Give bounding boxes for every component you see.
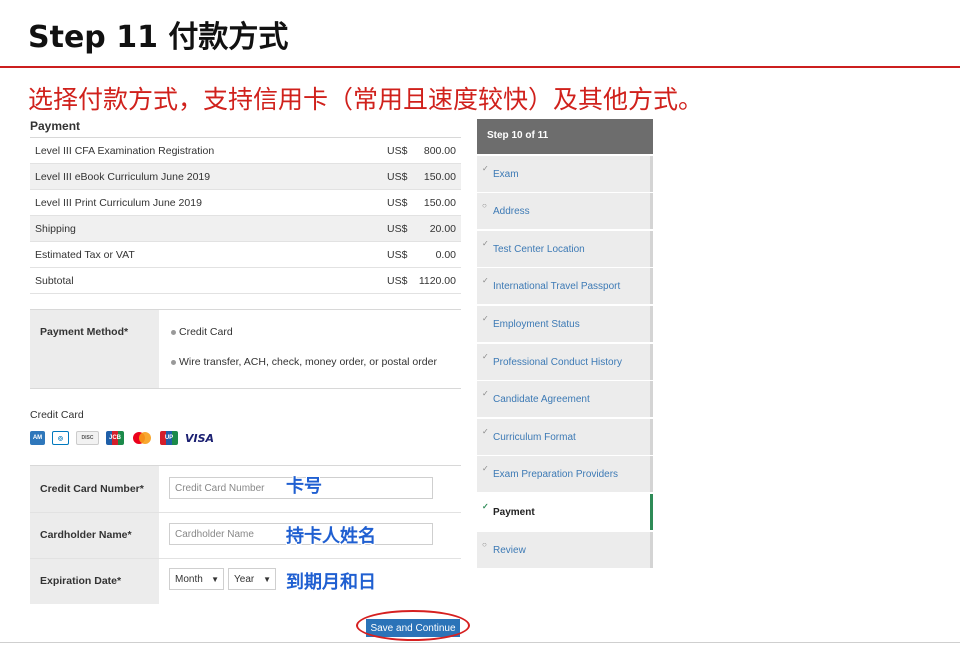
checkmark-icon: ✓ [482,501,489,511]
slide-title: Step 11 付款方式 [28,20,289,55]
table-row: Shipping US$ 20.00 [30,216,461,242]
step-label: Exam [493,168,519,180]
bottom-divider [0,642,960,643]
table-row: Level III CFA Examination Registration U… [30,138,461,164]
year-select[interactable]: Year ▼ [228,568,276,590]
discover-logo-icon: DISC [76,431,99,445]
month-select-value: Month [175,573,203,585]
mastercard-logo-icon [131,431,153,445]
checkmark-icon: ✓ [482,163,489,173]
checkmark-icon: ✓ [482,464,489,474]
step-item-payment[interactable]: ✓ Payment [477,493,653,530]
step-label: International Travel Passport [493,281,621,293]
item-currency: US$ [387,197,408,209]
card-number-label: Credit Card Number* [40,483,144,495]
payment-method-label: Payment Method* [40,326,129,338]
payment-heading: Payment [30,119,81,133]
step-item-professional-conduct-history[interactable]: ✓ Professional Conduct History [477,343,653,380]
checkmark-icon: ✓ [482,351,489,361]
month-select[interactable]: Month ▼ [169,568,224,590]
table-row: Level III eBook Curriculum June 2019 US$… [30,164,461,190]
step-label: Professional Conduct History [493,356,622,368]
item-amount: 0.00 [435,249,456,261]
cardholder-name-label: Cardholder Name* [40,529,132,541]
step-label: Address [493,206,530,218]
cardholder-name-annotation: 持卡人姓名 [286,526,376,547]
title-divider [0,66,960,68]
step-navigation: Step 10 of 11 ✓ Exam ○ Address ✓ Test Ce… [477,119,653,568]
checkmark-icon: ✓ [482,389,489,399]
chevron-down-icon: ▼ [211,575,219,584]
year-select-value: Year [234,573,255,585]
step-item-test-center-location[interactable]: ✓ Test Center Location [477,230,653,267]
item-amount: 800.00 [423,145,456,157]
jcb-logo-icon: JCB [106,431,124,445]
step-item-exam-preparation-providers[interactable]: ✓ Exam Preparation Providers [477,456,653,493]
subtotal-currency: US$ [387,275,408,287]
circle-icon: ○ [482,201,487,211]
radio-dot-icon[interactable] [171,329,176,335]
step-item-candidate-agreement[interactable]: ✓ Candidate Agreement [477,381,653,418]
checkmark-icon: ✓ [482,426,489,436]
row-divider [30,512,461,513]
card-logos: AM ◎ DISC JCB UP VISA [30,431,214,445]
step-item-address[interactable]: ○ Address [477,193,653,230]
amex-logo-icon: AM [30,431,45,445]
visa-logo-icon: VISA [185,431,215,445]
step-item-curriculum-format[interactable]: ✓ Curriculum Format [477,418,653,455]
step-item-review[interactable]: ○ Review [477,531,653,568]
radio-wire-transfer-label: Wire transfer, ACH, check, money order, … [179,356,437,368]
step-item-employment-status[interactable]: ✓ Employment Status [477,305,653,342]
credit-card-heading: Credit Card [30,409,84,421]
item-description: Level III Print Curriculum June 2019 [35,197,202,209]
step-label: Test Center Location [493,243,585,255]
credit-card-form: Credit Card Number* Cardholder Name* Exp… [30,465,461,604]
item-description: Estimated Tax or VAT [35,249,135,261]
unionpay-logo-icon: UP [160,431,178,445]
item-currency: US$ [387,223,408,235]
chevron-down-icon: ▼ [263,575,271,584]
subtotal-row: Subtotal US$ 1120.00 [30,268,461,294]
checkmark-icon: ✓ [482,238,489,248]
order-summary-table: Level III CFA Examination Registration U… [30,137,461,294]
item-amount: 20.00 [429,223,456,235]
expiration-annotation: 到期月和日 [286,572,376,593]
highlight-ellipse [356,610,470,641]
item-currency: US$ [387,145,408,157]
step-item-international-travel-passport[interactable]: ✓ International Travel Passport [477,268,653,305]
item-description: Level III CFA Examination Registration [35,145,215,157]
item-description: Shipping [35,223,76,235]
slide-subtitle: 选择付款方式，支持信用卡（常用且速度较快）及其他方式。 [28,85,704,114]
payment-method-section: Payment Method* Credit Card Wire transfe… [30,309,461,389]
circle-icon: ○ [482,539,487,549]
subtotal-label: Subtotal [35,275,74,287]
step-label: Employment Status [493,318,580,330]
step-label: Candidate Agreement [493,394,590,406]
checkmark-icon: ✓ [482,276,489,286]
expiration-date-label: Expiration Date* [40,575,122,587]
item-currency: US$ [387,171,408,183]
payment-method-label-cell: Payment Method* [30,310,159,388]
radio-dot-icon[interactable] [171,359,176,365]
subtotal-amount: 1120.00 [418,275,456,287]
step-label: Curriculum Format [493,431,576,443]
item-currency: US$ [387,249,408,261]
step-item-exam[interactable]: ✓ Exam [477,155,653,192]
table-row: Estimated Tax or VAT US$ 0.00 [30,242,461,268]
item-description: Level III eBook Curriculum June 2019 [35,171,211,183]
item-amount: 150.00 [423,171,456,183]
radio-credit-card-label: Credit Card [179,326,233,338]
table-row: Level III Print Curriculum June 2019 US$… [30,190,461,216]
card-number-annotation: 卡号 [286,476,322,497]
item-amount: 150.00 [423,197,456,209]
checkmark-icon: ✓ [482,313,489,323]
step-label: Review [493,544,526,556]
step-label: Payment [493,506,535,518]
diners-logo-icon: ◎ [52,431,69,445]
step-counter: Step 10 of 11 [477,119,653,154]
row-divider [30,558,461,559]
radio-credit-card[interactable]: Credit Card [171,326,233,338]
step-label: Exam Preparation Providers [493,469,619,481]
radio-wire-transfer[interactable]: Wire transfer, ACH, check, money order, … [171,356,437,368]
